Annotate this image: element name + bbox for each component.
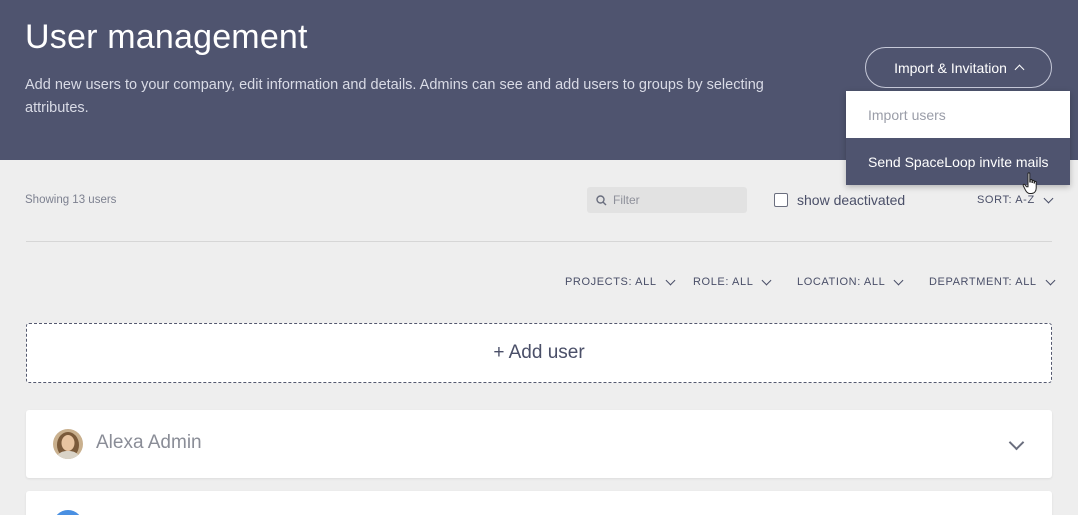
- chevron-up-icon: [1014, 64, 1025, 75]
- chevron-down-icon: [665, 275, 676, 285]
- user-card[interactable]: [26, 491, 1052, 515]
- page-description: Add new users to your company, edit info…: [25, 77, 764, 116]
- avatar: [53, 510, 83, 515]
- sort-dropdown[interactable]: SORT: A-Z: [977, 193, 1054, 206]
- projects-filter-label: PROJECTS: ALL: [565, 276, 657, 288]
- filter-input[interactable]: Filter: [587, 187, 747, 213]
- department-filter[interactable]: DEPARTMENT: ALL: [929, 275, 1056, 288]
- location-filter[interactable]: LOCATION: ALL: [797, 275, 904, 288]
- chevron-down-icon: [893, 275, 904, 285]
- user-count-text: Showing 13 users: [25, 194, 117, 206]
- import-invitation-label: Import & Invitation: [894, 59, 1007, 76]
- role-filter-label: ROLE: ALL: [693, 276, 754, 288]
- search-icon: [596, 194, 607, 205]
- show-deactivated-checkbox[interactable]: [774, 193, 788, 207]
- chevron-down-icon: [1045, 275, 1056, 285]
- role-filter[interactable]: ROLE: ALL: [693, 275, 772, 288]
- department-filter-label: DEPARTMENT: ALL: [929, 276, 1037, 288]
- menu-item-import-users[interactable]: Import users: [846, 91, 1070, 138]
- import-dropdown-menu: Import users Send SpaceLoop invite mails: [846, 91, 1070, 185]
- location-filter-label: LOCATION: ALL: [797, 276, 886, 288]
- chevron-down-icon: [1043, 193, 1054, 203]
- page-title: User management: [25, 18, 308, 56]
- chevron-down-icon: [761, 275, 772, 285]
- chevron-down-icon[interactable]: [1008, 434, 1025, 451]
- user-name: Alexa Admin: [96, 432, 202, 453]
- hand-cursor-icon: [1022, 172, 1037, 194]
- add-user-button[interactable]: + Add user: [26, 323, 1052, 383]
- filter-placeholder: Filter: [613, 193, 640, 207]
- import-invitation-button[interactable]: Import & Invitation: [865, 47, 1052, 88]
- show-deactivated-label[interactable]: show deactivated: [797, 192, 905, 208]
- divider: [26, 241, 1052, 242]
- projects-filter[interactable]: PROJECTS: ALL: [565, 275, 676, 288]
- avatar: [53, 429, 83, 459]
- user-card[interactable]: Alexa Admin: [26, 410, 1052, 478]
